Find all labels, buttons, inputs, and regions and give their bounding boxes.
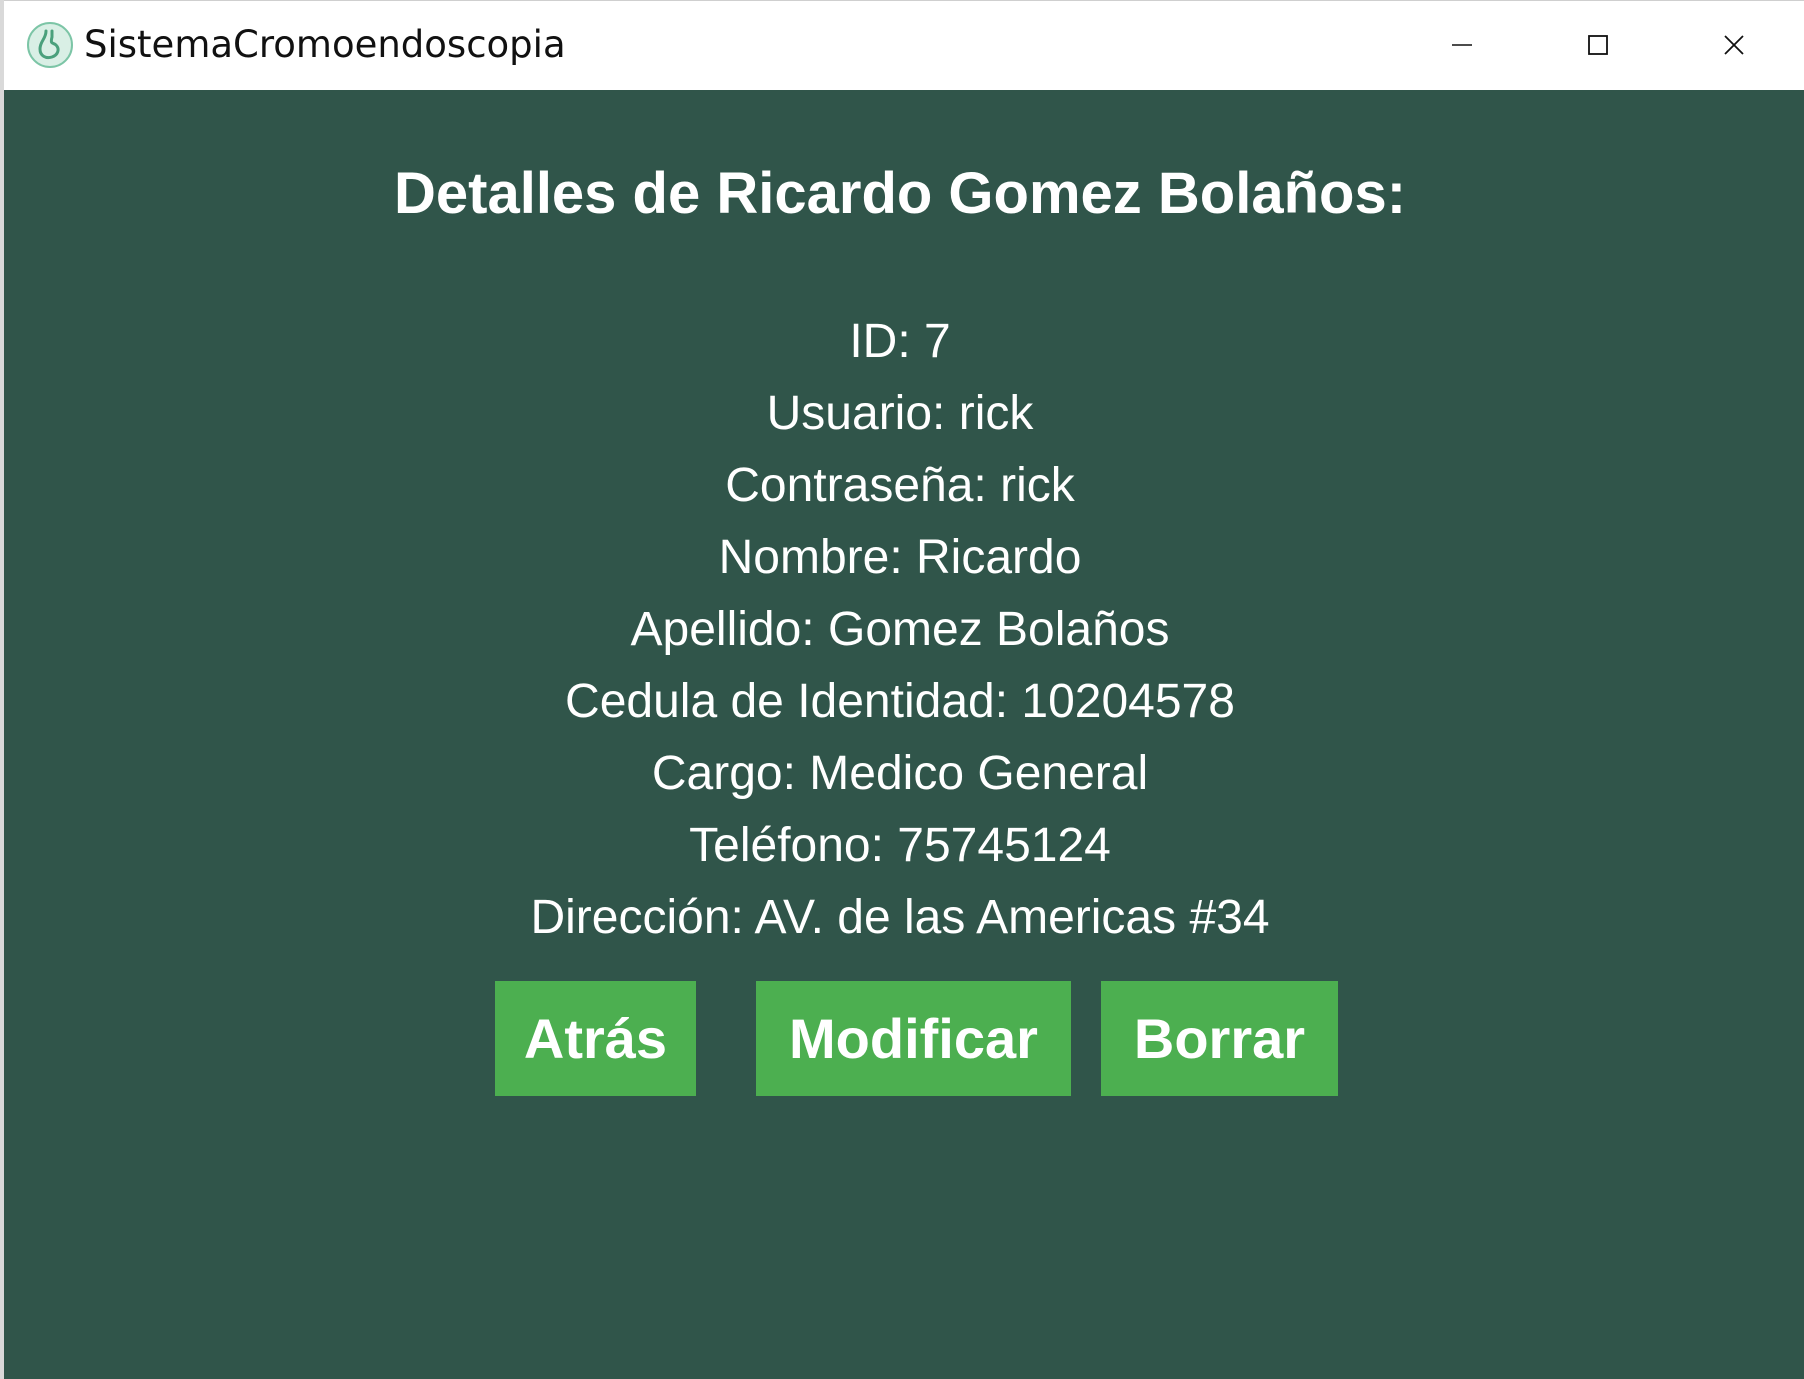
back-button[interactable]: Atrás	[495, 981, 696, 1096]
detail-usuario: Usuario: rick	[766, 387, 1034, 440]
application-window: SistemaCromoendoscopia Detalles de Ricar…	[0, 0, 1804, 1379]
minimize-button[interactable]	[1394, 1, 1530, 89]
detail-id: ID: 7	[849, 315, 951, 368]
page-title: Detalles de Ricardo Gomez Bolaños:	[393, 161, 1407, 226]
detail-cargo: Cargo: Medico General	[651, 747, 1149, 800]
title-bar[interactable]: SistemaCromoendoscopia	[4, 0, 1804, 90]
detail-nombre: Nombre: Ricardo	[718, 531, 1082, 584]
minimize-icon	[1452, 44, 1472, 46]
close-icon	[1724, 35, 1744, 55]
detail-contrasena: Contraseña: rick	[725, 459, 1075, 512]
stomach-app-icon	[27, 22, 73, 68]
detail-telefono: Teléfono: 75745124	[689, 819, 1111, 872]
modify-button[interactable]: Modificar	[756, 981, 1071, 1096]
maximize-icon	[1588, 35, 1608, 55]
user-details-list: ID: 7 Usuario: rick Contraseña: rick Nom…	[0, 306, 1800, 954]
detail-apellido: Apellido: Gomez Bolaños	[630, 603, 1170, 656]
delete-button[interactable]: Borrar	[1101, 981, 1338, 1096]
detail-cedula: Cedula de Identidad: 10204578	[565, 675, 1235, 728]
maximize-button[interactable]	[1530, 1, 1666, 89]
window-title: SistemaCromoendoscopia	[84, 23, 566, 66]
detail-direccion: Dirección: AV. de las Americas #34	[530, 891, 1270, 944]
close-button[interactable]	[1666, 1, 1802, 89]
